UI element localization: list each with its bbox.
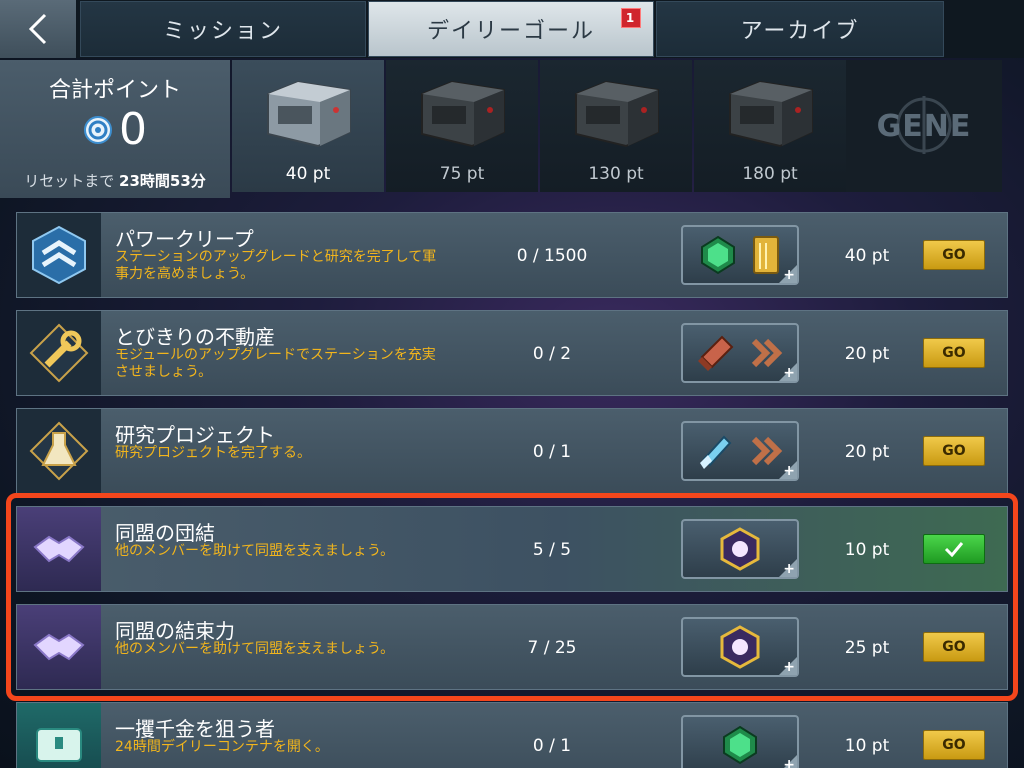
container-icon xyxy=(17,703,101,768)
green-crystal-icon xyxy=(723,725,757,765)
mission-title: 一攫千金を狙う者 xyxy=(115,717,275,741)
reward-box[interactable]: + xyxy=(681,323,799,383)
alliance-badge-icon xyxy=(720,527,760,571)
gene-label: GENE xyxy=(876,108,972,144)
plus-icon: + xyxy=(783,365,795,381)
rank-chevron-icon xyxy=(17,213,101,297)
plus-icon: + xyxy=(783,757,795,768)
chest-tier-2[interactable]: 75 pt xyxy=(386,60,538,192)
chest-icon xyxy=(267,80,351,148)
back-button[interactable] xyxy=(0,0,76,58)
mission-progress: 0 / 1 xyxy=(532,442,572,462)
chest-tier-4[interactable]: 180 pt xyxy=(694,60,846,192)
mission-progress: 0 / 1 xyxy=(532,736,572,756)
gene-logo: GENE xyxy=(846,60,1002,192)
mission-points: 40 pt xyxy=(844,246,890,266)
notification-badge: 1 xyxy=(621,8,641,28)
mission-points: 20 pt xyxy=(844,344,890,364)
points-value-row: 0 xyxy=(0,104,230,155)
plus-icon: + xyxy=(783,463,795,479)
chest-points-label: 75 pt xyxy=(439,164,485,184)
reward-box[interactable]: + xyxy=(681,225,799,285)
mission-title: とびきりの不動産 xyxy=(115,325,275,349)
mission-progress: 5 / 5 xyxy=(532,540,572,560)
total-points-panel: 合計ポイント 0 リセットまで 23時間53分 xyxy=(0,60,230,198)
go-button[interactable]: GO xyxy=(923,338,985,368)
tab-daily-goals[interactable]: デイリーゴール 1 xyxy=(368,1,654,57)
copper-ingot-icon xyxy=(698,335,734,371)
wrench-icon xyxy=(17,311,101,395)
points-value: 0 xyxy=(119,104,147,155)
mission-row: とびきりの不動産 モジュールのアップグレードでステーションを充実させましょう。 … xyxy=(16,310,1008,396)
chest-tier-3[interactable]: 130 pt xyxy=(540,60,692,192)
green-crystal-icon xyxy=(701,235,735,275)
go-button[interactable]: GO xyxy=(923,436,985,466)
mission-description: 他のメンバーを助けて同盟を支えましょう。 xyxy=(115,641,395,657)
completed-button[interactable] xyxy=(923,534,985,564)
points-title: 合計ポイント xyxy=(48,78,181,103)
reset-time: 23時間53分 xyxy=(119,172,206,190)
chest-points-label: 40 pt xyxy=(285,164,331,184)
mission-row: パワークリープ ステーションのアップグレードと研究を完了して軍事力を高めましょう… xyxy=(16,212,1008,298)
mission-title: 同盟の団結 xyxy=(115,521,215,545)
chest-points-label: 130 pt xyxy=(588,164,644,184)
mission-progress: 7 / 25 xyxy=(527,638,577,658)
mission-row: 一攫千金を狙う者 24時間デイリーコンテナを開く。 0 / 1 + 10 pt … xyxy=(16,702,1008,768)
mission-points: 10 pt xyxy=(844,540,890,560)
tab-archive-label: アーカイブ xyxy=(740,19,860,44)
go-button[interactable]: GO xyxy=(923,240,985,270)
mission-title: 研究プロジェクト xyxy=(115,423,275,447)
go-button[interactable]: GO xyxy=(923,730,985,760)
tab-daily-goals-label: デイリーゴール xyxy=(426,19,595,44)
mission-title: 同盟の結束力 xyxy=(115,619,235,643)
flask-icon xyxy=(17,409,101,493)
plus-icon: + xyxy=(783,267,795,283)
mission-progress: 0 / 1500 xyxy=(516,246,588,266)
handshake-icon xyxy=(17,507,101,591)
tab-archive[interactable]: アーカイブ xyxy=(656,1,944,57)
chest-icon xyxy=(729,80,813,148)
mission-row: 同盟の結束力 他のメンバーを助けて同盟を支えましょう。 7 / 25 + 25 … xyxy=(16,604,1008,690)
chest-tier-1[interactable]: 40 pt xyxy=(232,60,384,192)
mission-points: 20 pt xyxy=(844,442,890,462)
mission-row: 研究プロジェクト 研究プロジェクトを完了する。 0 / 1 + 20 pt GO xyxy=(16,408,1008,494)
reward-box[interactable]: + xyxy=(681,617,799,677)
plus-icon: + xyxy=(783,659,795,675)
mission-description: ステーションのアップグレードと研究を完了して軍事力を高めましょう。 xyxy=(115,249,437,282)
plus-icon: + xyxy=(783,561,795,577)
go-button[interactable]: GO xyxy=(923,632,985,662)
mission-progress: 0 / 2 xyxy=(532,344,572,364)
reward-chest-strip: 40 pt 75 pt 130 pt 180 pt GENE xyxy=(232,60,1002,198)
mission-points: 10 pt xyxy=(844,736,890,756)
points-icon xyxy=(84,115,112,144)
mission-description: 他のメンバーを助けて同盟を支えましょう。 xyxy=(115,543,395,559)
mission-description: 24時間デイリーコンテナを開く。 xyxy=(115,739,329,755)
mission-description: モジュールのアップグレードでステーションを充実させましょう。 xyxy=(115,347,436,380)
chest-icon xyxy=(575,80,659,148)
tab-missions[interactable]: ミッション xyxy=(80,1,366,57)
reward-box[interactable]: + xyxy=(681,519,799,579)
gold-card-icon xyxy=(753,236,779,274)
blue-crystal-icon xyxy=(700,435,732,469)
mission-row: 同盟の団結 他のメンバーを助けて同盟を支えましょう。 5 / 5 + 10 pt xyxy=(16,506,1008,592)
chest-points-label: 180 pt xyxy=(742,164,798,184)
handshake-icon xyxy=(17,605,101,689)
mission-description: 研究プロジェクトを完了する。 xyxy=(115,445,311,461)
chest-icon xyxy=(421,80,505,148)
checkmark-icon xyxy=(944,542,964,557)
reset-timer: リセットまで 23時間53分 xyxy=(0,170,230,191)
alliance-badge-icon xyxy=(720,625,760,669)
reset-prefix: リセットまで xyxy=(24,172,115,190)
tab-missions-label: ミッション xyxy=(162,19,283,44)
reward-box[interactable]: + xyxy=(681,715,799,768)
top-tab-bar: ミッション デイリーゴール 1 アーカイブ xyxy=(0,0,1024,58)
mission-points: 25 pt xyxy=(844,638,890,658)
reward-box[interactable]: + xyxy=(681,421,799,481)
chevron-left-icon xyxy=(28,13,47,45)
mission-title: パワークリープ xyxy=(115,227,254,251)
